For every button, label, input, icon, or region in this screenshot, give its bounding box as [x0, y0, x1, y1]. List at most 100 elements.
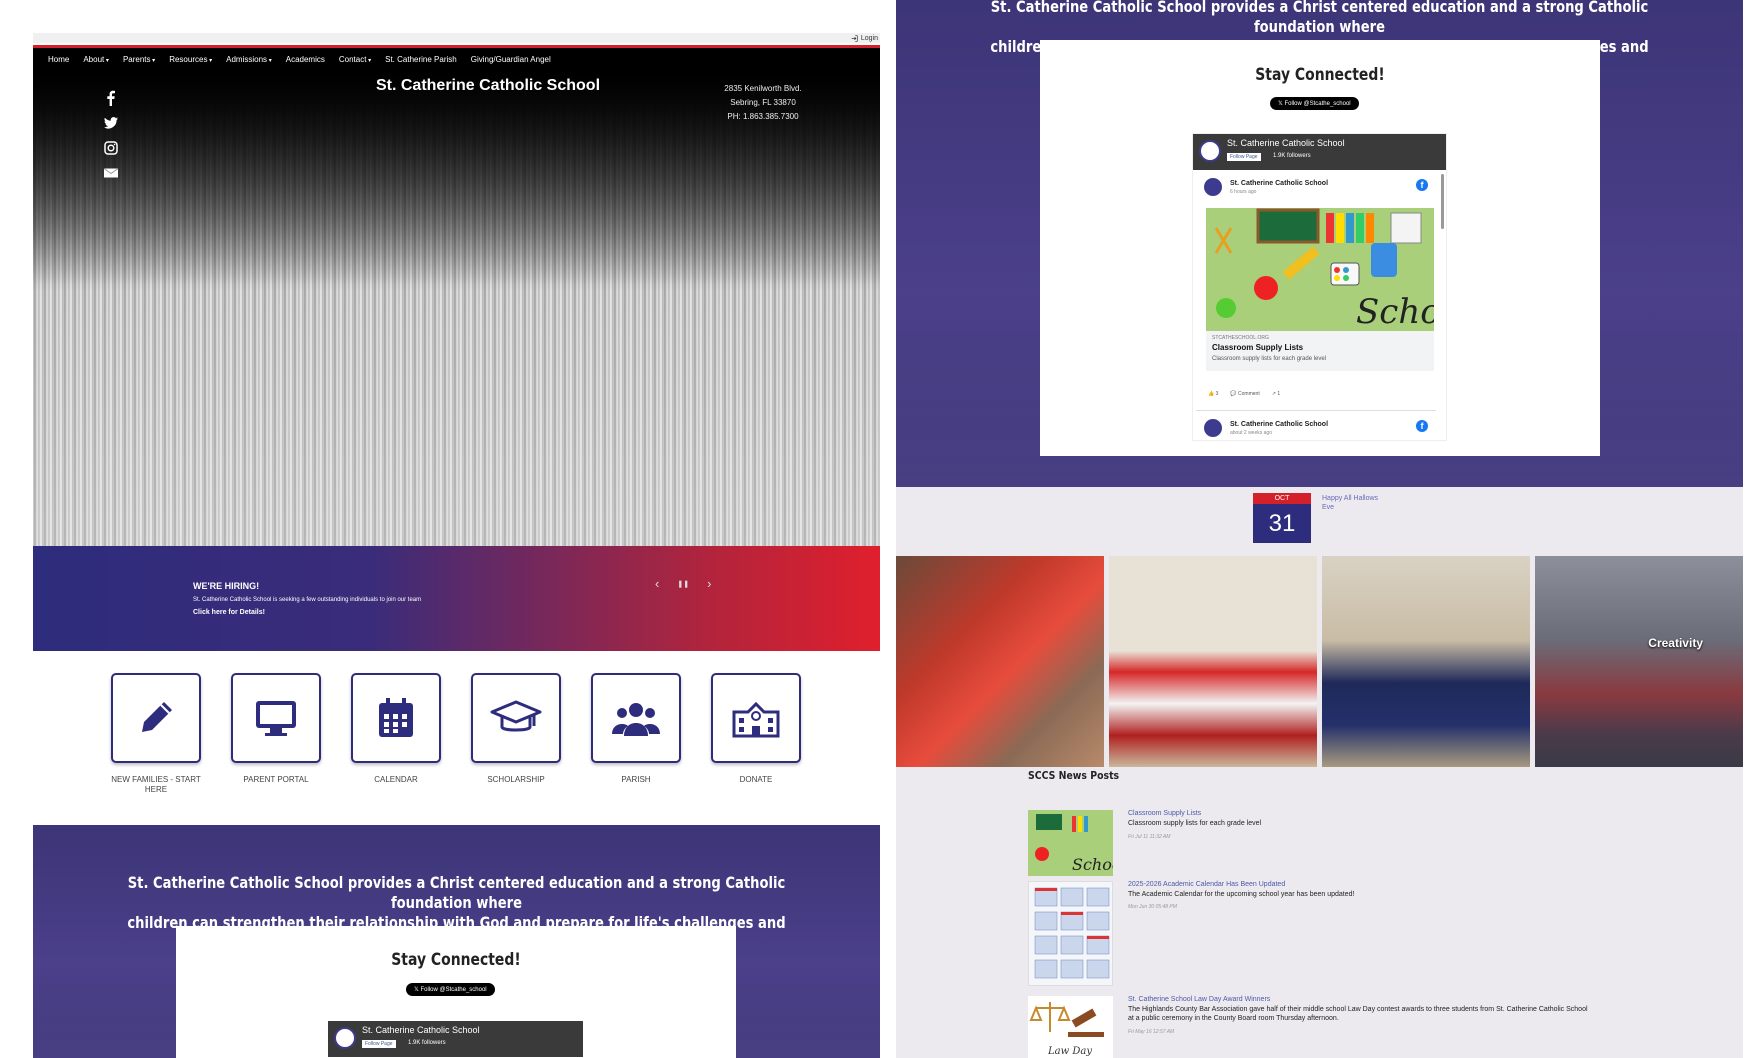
fb-followers: 1.9K followers — [408, 1040, 446, 1046]
gallery-photo[interactable] — [896, 556, 1104, 767]
post-link-preview[interactable]: STCATHESCHOOL.ORG Classroom Supply Lists… — [1206, 331, 1434, 371]
calendar-month: OCT — [1253, 493, 1311, 504]
fb-page-plugin: St. Catherine Catholic School Follow Pag… — [1192, 133, 1447, 441]
news-thumbnail[interactable]: School — [1028, 810, 1113, 876]
school-supplies-illustration: School — [1206, 208, 1434, 331]
nav-about[interactable]: About — [83, 55, 109, 64]
academic-calendar-thumbnail — [1034, 887, 1110, 979]
news-description: Classroom supply lists for each grade le… — [1128, 820, 1262, 827]
news-title-link[interactable]: Classroom Supply Lists — [1128, 810, 1201, 817]
post-actions: 👍 3 💬 Comment ↗ 1 — [1208, 391, 1280, 397]
svg-text:Law Day: Law Day — [1047, 1046, 1092, 1057]
quicklink-label: CALENDAR — [374, 775, 418, 784]
nav-contact[interactable]: Contact — [339, 55, 371, 64]
fb-page-header[interactable]: St. Catherine Catholic School Follow Pag… — [328, 1021, 583, 1057]
fb-page-name: St. Catherine Catholic School — [1227, 138, 1345, 148]
fb-page-name: St. Catherine Catholic School — [362, 1025, 480, 1035]
hero-overlay — [33, 71, 880, 546]
quicklink-parish[interactable]: PARISH — [591, 673, 681, 795]
post-time: 6 hours ago — [1230, 189, 1257, 195]
quick-links: NEW FAMILIES - START HERE PARENT PORTAL … — [111, 673, 801, 795]
quicklink-calendar[interactable]: CALENDAR — [351, 673, 441, 795]
facebook-icon: f — [1416, 420, 1428, 432]
stay-connected-card: Stay Connected! 𝕏 Follow @Stcathe_school… — [176, 926, 736, 1058]
prev-arrow-icon[interactable]: ‹ — [655, 576, 659, 591]
calendar-date[interactable]: OCT 31 — [1253, 493, 1311, 543]
stay-connected-card: Stay Connected! 𝕏 Follow @Stcathe_school… — [1040, 40, 1600, 456]
news-thumbnail[interactable]: Law Day — [1028, 996, 1113, 1058]
news-thumbnail[interactable] — [1028, 881, 1113, 986]
nav-home[interactable]: Home — [48, 55, 69, 64]
social-links — [103, 90, 119, 181]
news-item[interactable]: 2025-2026 Academic Calendar Has Been Upd… — [1028, 881, 1628, 986]
nav-resources[interactable]: Resources — [169, 55, 212, 64]
post-author[interactable]: St. Catherine Catholic School — [1230, 180, 1328, 187]
hiring-banner: WE'RE HIRING! St. Catherine Catholic Sch… — [33, 546, 880, 651]
quicklink-new-families[interactable]: NEW FAMILIES - START HERE — [111, 673, 201, 795]
monitor-icon — [256, 701, 296, 736]
supply-list-image[interactable]: School — [1206, 208, 1434, 331]
post-author[interactable]: St. Catherine Catholic School — [1230, 421, 1328, 428]
nav-admissions[interactable]: Admissions — [226, 55, 272, 64]
login-icon — [851, 34, 858, 42]
login-label: Login — [860, 34, 878, 42]
mission-line1: St. Catherine Catholic School provides a… — [990, 0, 1649, 36]
instagram-icon[interactable] — [103, 140, 119, 156]
quicklink-donate[interactable]: DONATE — [711, 673, 801, 795]
comment-button[interactable]: 💬 Comment — [1230, 391, 1259, 397]
homepage-bottom-screenshot: St. Catherine Catholic School provides a… — [896, 0, 1743, 1058]
quicklink-scholarship[interactable]: SCHOLARSHIP — [471, 673, 561, 795]
news-title-link[interactable]: St. Catherine School Law Day Award Winne… — [1128, 996, 1270, 1003]
nav-parish[interactable]: St. Catherine Parish — [385, 55, 457, 64]
quicklink-parent-portal[interactable]: PARENT PORTAL — [231, 673, 321, 795]
mission-section: St. Catherine Catholic School provides a… — [896, 0, 1743, 487]
link-description: Classroom supply lists for each grade le… — [1212, 356, 1327, 362]
gallery-photo[interactable] — [1322, 556, 1530, 767]
news-description: The Highlands County Bar Association gav… — [1128, 1006, 1588, 1022]
gallery-photo[interactable] — [1109, 556, 1317, 767]
news-title-link[interactable]: 2025-2026 Academic Calendar Has Been Upd… — [1128, 881, 1285, 888]
like-count[interactable]: 👍 3 — [1208, 391, 1218, 397]
gallery-photo[interactable]: Creativity — [1535, 556, 1743, 767]
fb-page-header[interactable]: St. Catherine Catholic School Follow Pag… — [1193, 134, 1446, 170]
post-avatar — [1204, 419, 1222, 437]
quicklink-label: PARISH — [621, 775, 651, 784]
address-line1: 2835 Kenilworth Blvd. — [724, 84, 802, 93]
calendar-day: 31 — [1253, 504, 1311, 543]
link-title: Classroom Supply Lists — [1212, 343, 1304, 352]
school-building-icon — [732, 701, 780, 738]
email-icon[interactable] — [103, 165, 119, 181]
stay-connected-heading: Stay Connected! — [1255, 65, 1385, 85]
news-date: Mon Jun 30 05:48 PM — [1128, 904, 1177, 910]
facebook-icon: f — [1416, 179, 1428, 191]
school-logo — [334, 1027, 356, 1049]
twitter-follow-label: Follow @Stcathe_school — [420, 987, 487, 993]
news-item[interactable]: Law Day St. Catherine School Law Day Awa… — [1028, 996, 1628, 1058]
quicklink-label: SCHOLARSHIP — [487, 775, 545, 784]
pause-icon[interactable]: ❚❚ — [677, 580, 689, 588]
banner-link[interactable]: Click here for Details! — [193, 609, 265, 616]
fb-scrollbar[interactable] — [1441, 174, 1444, 229]
twitter-icon[interactable] — [103, 115, 119, 131]
login-link[interactable]: Login — [851, 33, 878, 43]
news-item[interactable]: School Classroom Supply Lists Classroom … — [1028, 810, 1628, 880]
school-logo — [1199, 140, 1221, 162]
twitter-follow-button[interactable]: 𝕏 Follow @Stcathe_school — [1270, 97, 1359, 110]
quicklink-label: DONATE — [739, 775, 773, 784]
share-count[interactable]: ↗ 1 — [1272, 391, 1280, 397]
banner-title: WE'RE HIRING! — [193, 581, 260, 591]
next-arrow-icon[interactable]: › — [707, 576, 711, 591]
fb-followers: 1.9K followers — [1273, 153, 1311, 159]
twitter-follow-button[interactable]: 𝕏 Follow @Stcathe_school — [406, 983, 495, 996]
fb-follow-button[interactable]: Follow Page — [362, 1040, 396, 1048]
news-date: Fri May 16 12:57 AM — [1128, 1029, 1175, 1035]
facebook-icon[interactable] — [103, 90, 119, 106]
calendar-event[interactable]: Happy All Hallows Eve — [1322, 494, 1382, 512]
nav-parents[interactable]: Parents — [123, 55, 155, 64]
homepage-top-screenshot: Login Home About Parents Resources Admis… — [33, 0, 880, 1058]
calendar-icon — [379, 698, 413, 737]
post-time: about 2 weeks ago — [1230, 430, 1272, 436]
nav-academics[interactable]: Academics — [286, 55, 325, 64]
nav-giving[interactable]: Giving/Guardian Angel — [471, 55, 551, 64]
fb-follow-button[interactable]: Follow Page — [1227, 153, 1261, 161]
